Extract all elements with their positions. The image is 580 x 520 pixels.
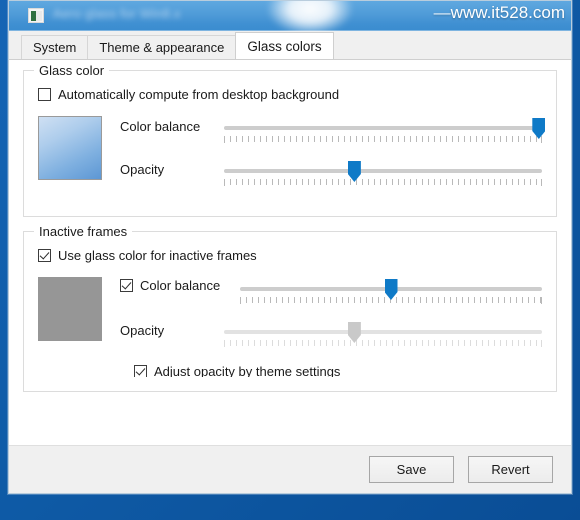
glass-opacity-row: Opacity <box>120 159 542 202</box>
adjust-opacity-checkbox[interactable] <box>134 365 147 377</box>
group-inactive-frames: Inactive frames Use glass color for inac… <box>23 224 557 392</box>
watermark-dash: — <box>433 3 451 22</box>
inactive-color-swatch[interactable] <box>38 277 102 341</box>
auto-compute-checkbox[interactable] <box>38 88 51 101</box>
slider-track <box>224 126 542 130</box>
inactive-frames-panel: Color balance Opacity <box>38 277 542 363</box>
inactive-color-balance-slider[interactable] <box>240 279 542 309</box>
glass-color-controls: Color balance Opacity <box>120 116 546 202</box>
group-glass-color-legend: Glass color <box>34 63 110 78</box>
site-watermark: —www.it528.com <box>434 3 565 23</box>
use-glass-color-row[interactable]: Use glass color for inactive frames <box>38 248 542 263</box>
glass-opacity-label: Opacity <box>120 162 165 177</box>
auto-compute-label: Automatically compute from desktop backg… <box>58 87 340 102</box>
title-bar[interactable]: Aero glass for Win8.x —www.it528.com <box>9 1 571 31</box>
slider-ticks <box>224 136 542 143</box>
slider-ticks <box>224 179 542 186</box>
group-inactive-frames-legend: Inactive frames <box>34 224 133 239</box>
app-window-icon <box>28 8 44 23</box>
glass-color-balance-label: Color balance <box>120 119 201 134</box>
settings-scroll-pane[interactable]: Glass color Automatically compute from d… <box>9 60 571 445</box>
inactive-color-balance-label: Color balance <box>140 278 221 293</box>
glass-opacity-slider[interactable] <box>224 161 542 191</box>
adjust-opacity-clipped-row: Adjust opacity by theme settings <box>38 365 542 377</box>
revert-button[interactable]: Revert <box>468 456 553 483</box>
tab-theme-appearance[interactable]: Theme & appearance <box>87 35 237 59</box>
glass-color-swatch[interactable] <box>38 116 102 180</box>
auto-compute-row[interactable]: Automatically compute from desktop backg… <box>38 87 542 102</box>
slider-ticks <box>224 340 542 347</box>
inactive-frames-controls: Color balance Opacity <box>120 277 542 363</box>
glass-color-balance-row: Color balance <box>120 116 546 159</box>
titlebar-glare <box>267 1 353 31</box>
group-glass-color: Glass color Automatically compute from d… <box>23 63 557 217</box>
watermark-text: www.it528.com <box>450 3 565 22</box>
tab-system[interactable]: System <box>21 35 89 59</box>
glass-color-panel: Color balance Opacity <box>38 116 546 202</box>
tab-glass-colors[interactable]: Glass colors <box>235 32 334 59</box>
window-title: Aero glass for Win8.x <box>53 6 181 21</box>
use-glass-color-label: Use glass color for inactive frames <box>58 248 257 263</box>
inactive-opacity-slider[interactable] <box>224 322 542 352</box>
inactive-opacity-row: Opacity <box>120 320 542 363</box>
application-window: Aero glass for Win8.x —www.it528.com Sys… <box>8 0 572 494</box>
slider-track <box>224 330 542 334</box>
save-button[interactable]: Save <box>369 456 454 483</box>
slider-track <box>224 169 542 173</box>
inactive-opacity-label: Opacity <box>120 323 165 338</box>
use-glass-color-checkbox[interactable] <box>38 249 51 262</box>
inactive-color-balance-row: Color balance <box>120 277 542 320</box>
adjust-opacity-row[interactable]: Adjust opacity by theme settings <box>134 365 542 377</box>
tab-content-glass-colors: Glass color Automatically compute from d… <box>9 59 571 445</box>
inactive-color-balance-checkbox[interactable] <box>120 279 133 292</box>
dialog-button-bar: Save Revert <box>9 445 571 493</box>
tab-strip: System Theme & appearance Glass colors <box>9 31 571 59</box>
inactive-color-balance-label-group[interactable]: Color balance <box>120 277 240 293</box>
glass-color-balance-slider[interactable] <box>224 118 546 148</box>
adjust-opacity-label: Adjust opacity by theme settings <box>154 365 341 377</box>
